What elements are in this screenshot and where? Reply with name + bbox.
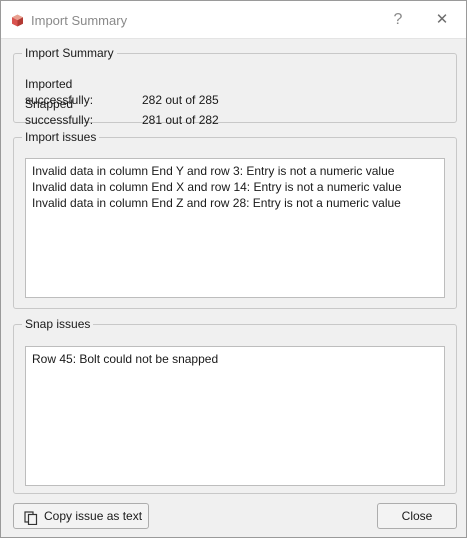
- snap-issues-group-title: Snap issues: [22, 316, 94, 332]
- import-summary-group-title: Import Summary: [22, 45, 117, 61]
- list-item[interactable]: Invalid data in column End Z and row 28:…: [32, 195, 438, 211]
- snapped-label: Snapped successfully:: [25, 97, 94, 127]
- list-item[interactable]: Invalid data in column End Y and row 3: …: [32, 163, 438, 179]
- import-issues-list[interactable]: Invalid data in column End Y and row 3: …: [25, 158, 445, 298]
- copy-issue-label: Copy issue as text: [44, 509, 143, 523]
- snap-issues-list[interactable]: Row 45: Bolt could not be snapped: [25, 346, 445, 486]
- snap-issues-group: Snap issues Row 45: Bolt could not be sn…: [13, 316, 457, 494]
- snapped-value: 281 out of 282: [142, 113, 219, 127]
- snapped-row: Snapped successfully: 281 out of 282: [25, 96, 219, 128]
- import-issues-group-title: Import issues: [22, 129, 100, 145]
- import-summary-group: Import Summary Imported successfully: 282…: [13, 45, 457, 127]
- title-bar: Import Summary ? ✕: [1, 1, 466, 39]
- window-title: Import Summary: [31, 13, 128, 28]
- list-item[interactable]: Row 45: Bolt could not be snapped: [32, 351, 438, 367]
- copy-issue-button[interactable]: Copy issue as text: [13, 503, 149, 529]
- window-close-button[interactable]: ✕: [429, 7, 455, 33]
- copy-icon: [24, 509, 38, 526]
- list-item[interactable]: Invalid data in column End X and row 14:…: [32, 179, 438, 195]
- app-cube-icon: [11, 14, 24, 27]
- help-button[interactable]: ?: [385, 7, 411, 33]
- import-summary-dialog: Import Summary ? ✕ Import Summary Import…: [0, 0, 467, 538]
- import-issues-group: Import issues Invalid data in column End…: [13, 129, 457, 309]
- close-button[interactable]: Close: [377, 503, 457, 529]
